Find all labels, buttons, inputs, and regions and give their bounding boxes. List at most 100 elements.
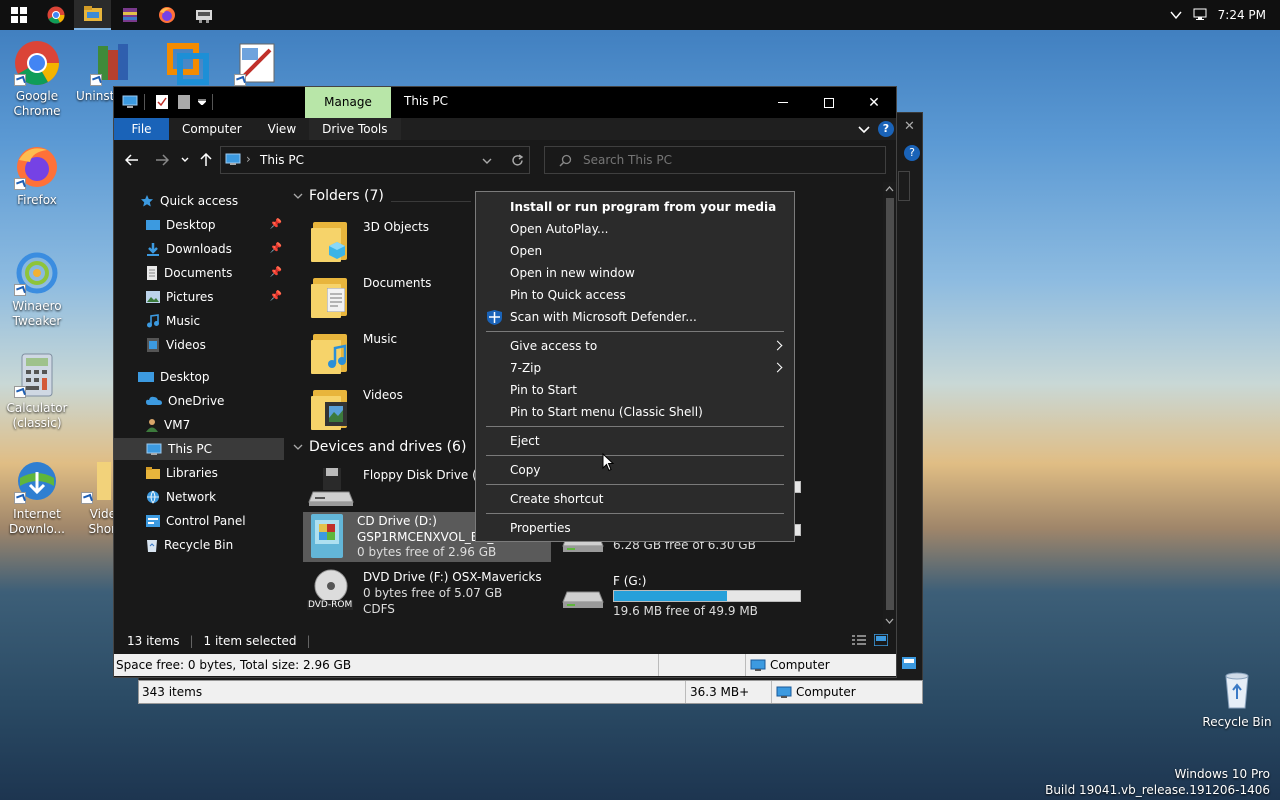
forward-arrow-icon[interactable] [155, 154, 169, 166]
view-toggle-icon[interactable] [902, 657, 916, 669]
maximize-button[interactable] [806, 87, 852, 118]
desktop-icon-winaero[interactable]: Winaero Tweaker [0, 250, 74, 329]
drive-dvd-f[interactable]: DVD-ROM DVD Drive (F:) OSX-Mavericks 0 b… [307, 568, 542, 618]
desktop-icon-chrome[interactable]: Google Chrome [0, 40, 74, 119]
search-box[interactable] [544, 146, 886, 174]
folder-documents[interactable]: Documents [311, 274, 431, 318]
folder-3d-objects[interactable]: 3D Objects [311, 218, 429, 262]
desktop-icon-video-shortcut[interactable]: Vide Shor [76, 458, 116, 537]
shortcut-arrow-icon [14, 284, 26, 296]
nav-vm7[interactable]: VM7 [146, 414, 190, 436]
desktop-icon-firefox[interactable]: Firefox [0, 144, 74, 208]
large-icons-view-icon[interactable] [874, 634, 888, 646]
refresh-icon[interactable] [511, 154, 524, 167]
menu-item-pin-start-classic[interactable]: Pin to Start menu (Classic Shell) [477, 401, 793, 423]
menu-item-label: 7-Zip [510, 361, 542, 375]
back-arrow-icon[interactable] [125, 154, 139, 166]
help-icon[interactable]: ? [904, 145, 920, 161]
folder-music-icon [311, 330, 351, 374]
menu-item-create-shortcut[interactable]: Create shortcut [477, 488, 793, 510]
network-icon[interactable] [1192, 8, 1208, 22]
menu-item-eject[interactable]: Eject [477, 430, 793, 452]
breadcrumb[interactable]: This PC [260, 153, 304, 167]
nav-pictures[interactable]: Pictures 📌 [146, 286, 284, 308]
menu-item-open-new-window[interactable]: Open in new window [477, 262, 793, 284]
expand-ribbon-icon[interactable] [858, 126, 870, 134]
clock[interactable]: 7:24 PM [1218, 8, 1266, 22]
desktop-icon-idm[interactable]: Internet Downlo... [0, 458, 74, 537]
menu-separator [486, 331, 784, 332]
taskbar-file-explorer[interactable] [74, 0, 111, 30]
tab-computer[interactable]: Computer [169, 118, 255, 140]
taskbar-chrome[interactable] [37, 0, 74, 30]
desktop-icon-vmware[interactable] [150, 40, 224, 89]
taskbar-winrar[interactable] [111, 0, 148, 30]
desktop-icon-recycle-bin[interactable]: Recycle Bin [1200, 666, 1274, 730]
folder-videos[interactable]: Videos [311, 386, 403, 430]
chevron-up-icon[interactable] [1170, 11, 1182, 19]
nav-libraries[interactable]: Libraries [146, 462, 218, 484]
recent-locations-icon[interactable] [181, 157, 189, 163]
chevron-down-icon[interactable] [482, 158, 492, 164]
title-bar[interactable]: Manage This PC ✕ [114, 87, 896, 118]
menu-item-open[interactable]: Open [477, 240, 793, 262]
vertical-scrollbar[interactable] [883, 182, 896, 630]
nav-downloads[interactable]: Downloads 📌 [146, 238, 284, 260]
help-icon[interactable]: ? [878, 121, 894, 137]
menu-item-install-run[interactable]: Install or run program from your media [477, 196, 793, 218]
taskbar-firefox[interactable] [148, 0, 185, 30]
desktop-icon-calculator[interactable]: Calculator (classic) [0, 352, 74, 431]
scroll-down-icon[interactable] [885, 618, 894, 624]
new-folder-icon[interactable] [178, 95, 190, 109]
scrollbar-thumb[interactable] [886, 198, 894, 610]
devices-group-header[interactable]: Devices and drives (6) [293, 439, 466, 455]
tab-manage[interactable]: Manage [305, 87, 391, 118]
menu-item-copy[interactable]: Copy [477, 459, 793, 481]
nav-desktop-pinned[interactable]: Desktop 📌 [146, 214, 284, 236]
folders-group-header[interactable]: Folders (7) [293, 188, 384, 204]
nav-desktop[interactable]: Desktop [138, 366, 210, 388]
desktop-icon-paint[interactable] [220, 40, 294, 89]
nav-this-pc[interactable]: This PC [114, 438, 284, 460]
menu-item-pin-start[interactable]: Pin to Start [477, 379, 793, 401]
firefox-icon [158, 7, 175, 23]
drive-g[interactable]: F (G:) 19.6 MB free of 49.9 MB [561, 574, 801, 619]
menu-item-give-access[interactable]: Give access to [477, 335, 793, 357]
tab-file[interactable]: File [114, 118, 169, 140]
nav-recycle-bin[interactable]: Recycle Bin [146, 534, 233, 556]
menu-item-pin-quick-access[interactable]: Pin to Quick access [477, 284, 793, 306]
document-icon [147, 266, 157, 280]
nav-documents[interactable]: Documents 📌 [146, 262, 284, 284]
nav-control-panel[interactable]: Control Panel [146, 510, 246, 532]
close-icon[interactable]: ✕ [904, 119, 920, 135]
windows-watermark: Windows 10 Pro Build 19041.vb_release.19… [1045, 766, 1270, 798]
details-view-icon[interactable] [852, 635, 866, 647]
system-tray: 7:24 PM [1170, 0, 1280, 30]
menu-item-7zip[interactable]: 7-Zip [477, 357, 793, 379]
start-button[interactable] [0, 0, 37, 30]
tab-drive-tools[interactable]: Drive Tools [309, 118, 401, 140]
address-bar[interactable]: › This PC [220, 146, 530, 174]
nav-onedrive[interactable]: OneDrive [146, 390, 224, 412]
up-arrow-icon[interactable] [200, 153, 212, 167]
properties-icon[interactable] [156, 95, 168, 109]
close-button[interactable]: ✕ [852, 87, 896, 118]
nav-quick-access[interactable]: Quick access [140, 190, 238, 212]
menu-item-open-autoplay[interactable]: Open AutoPlay... [477, 218, 793, 240]
nav-network[interactable]: Network [146, 486, 216, 508]
search-input[interactable] [583, 151, 873, 169]
group-title: Devices and drives (6) [309, 439, 467, 455]
navigation-bar: › This PC [114, 140, 896, 182]
pin-icon: 📌 [269, 291, 282, 302]
scroll-up-icon[interactable] [885, 186, 894, 192]
customize-qat-icon[interactable] [198, 99, 206, 105]
minimize-button[interactable] [760, 87, 806, 118]
menu-item-scan-defender[interactable]: Scan with Microsoft Defender... [477, 306, 793, 328]
nav-music[interactable]: Music [146, 310, 200, 332]
folder-music[interactable]: Music [311, 330, 397, 374]
taskbar-control-panel[interactable] [185, 0, 222, 30]
menu-item-properties[interactable]: Properties [477, 517, 793, 539]
drive-floppy[interactable]: Floppy Disk Drive (A:) [307, 462, 494, 512]
tab-view[interactable]: View [255, 118, 309, 140]
nav-videos[interactable]: Videos [146, 334, 206, 356]
